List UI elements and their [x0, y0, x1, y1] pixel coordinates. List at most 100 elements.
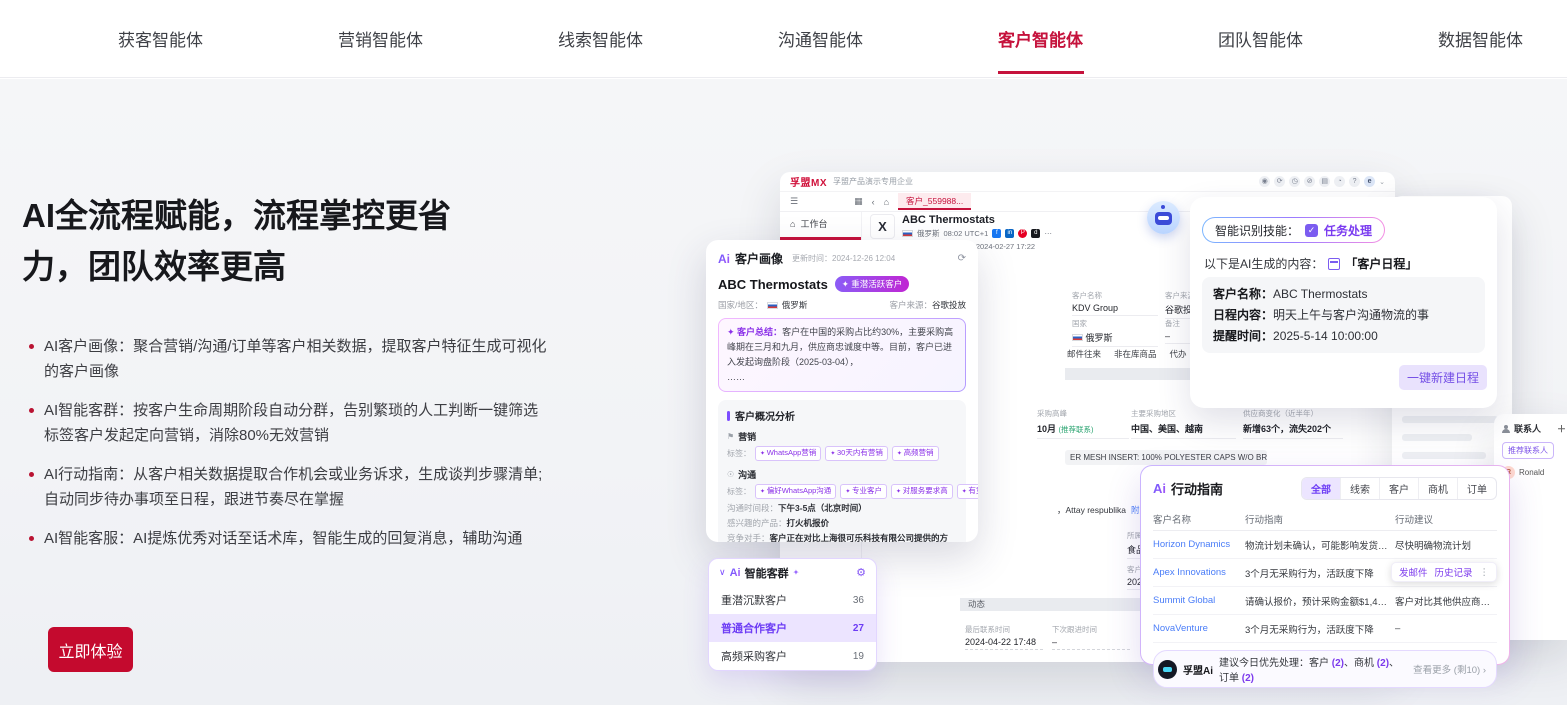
help-icon[interactable]: ? [1349, 176, 1360, 187]
ai-generated-intro: 以下是AI生成的内容： 「客户日程」 [1204, 255, 1417, 272]
grid-icon[interactable]: ▦ [854, 196, 863, 207]
sidebar-item-workbench[interactable]: ⌂ 工作台 [780, 212, 861, 235]
ai-logo: Ai [1153, 481, 1166, 496]
nav-item-leads[interactable]: 线索智能体 [554, 0, 647, 80]
product-row: ER MESH INSERT: 100% POLYESTER CAPS W/O … [1065, 450, 1267, 465]
hero-bullet: AI智能客群：按客户生命周期阶段自动分群，告别繁琐的人工判断一键筛选标签客户发起… [22, 398, 550, 448]
chevron-down-icon[interactable]: ∨ [719, 567, 726, 578]
ai-robot-avatar[interactable] [1147, 201, 1180, 234]
stat-value: 新增63个，流失202个 [1243, 422, 1343, 439]
nav-item-marketing[interactable]: 营销智能体 [334, 0, 427, 80]
table-row[interactable]: Apex Innovations 3个月无采购行为，活跃度下降 发送关 发邮件 … [1153, 559, 1497, 587]
intro-text: 以下是AI生成的内容： [1204, 255, 1323, 272]
schedule-field: 客户名称：ABC Thermostats [1213, 284, 1474, 305]
group-header: ☉沟通 [727, 468, 957, 481]
gear-icon[interactable]: ⚙ [856, 566, 866, 579]
field-label: 最后联系时间 [965, 624, 1043, 635]
robot-antenna [1161, 205, 1165, 209]
back-icon[interactable]: ‹ [872, 197, 875, 207]
tab-leads[interactable]: 线索 [1340, 478, 1379, 499]
history-icon[interactable]: ◷ [1289, 176, 1300, 187]
customer-name-link[interactable]: NovaVenture [1153, 623, 1241, 634]
tab-opportunities[interactable]: 商机 [1418, 478, 1457, 499]
nav-item-team[interactable]: 团队智能体 [1214, 0, 1307, 80]
segment-row-silent[interactable]: 重潜沉默客户 36 [709, 586, 876, 614]
recommend-contact-button[interactable]: 推荐联系人 [1502, 442, 1554, 459]
advice-cell: 客户对比其他供应商保健，可... [1395, 594, 1497, 608]
ai-logo: Ai [730, 567, 741, 579]
kebab-icon[interactable]: ⋮ [1480, 567, 1490, 578]
field-label: 客户名称 [1072, 290, 1158, 301]
linkedin-icon[interactable]: in [1005, 229, 1014, 238]
table-row[interactable]: NovaVenture 3个月无采购行为，活跃度下降 – [1153, 615, 1497, 643]
schedule-field: 日程内容：明天上午与客户沟通物流的事 [1213, 305, 1474, 326]
column-header: 行动指南 [1245, 512, 1391, 526]
tiktok-icon[interactable]: d [1031, 229, 1040, 238]
action-guide-card: Ai 行动指南 全部 线索 客户 商机 订单 客户名称 行动指南 行动建议 Ho… [1140, 465, 1510, 665]
stat-label: 采购高峰 [1037, 408, 1129, 419]
field-country: 国家 俄罗斯 [1072, 318, 1158, 347]
customer-created: 2024-02-27 17:22 [976, 242, 1035, 251]
customer-tier-badge: ✦ 重潜活跃客户 [835, 276, 910, 292]
tab-nonstock[interactable]: 非在库商品 [1114, 348, 1157, 360]
table-row[interactable]: Horizon Dynamics 物流计划未确认，可能影响发货时效 尽快明确物流… [1153, 531, 1497, 559]
nav-item-data[interactable]: 数据智能体 [1434, 0, 1527, 80]
open-tab-customer[interactable]: 客户_559988... [898, 193, 971, 210]
customer-logo: X [870, 214, 895, 239]
customer-profile-card: Ai 客户画像 更新时间：2024-12-26 12:04 ⟳ ABC Ther… [706, 240, 978, 542]
contact-row[interactable]: R Ronald [1502, 466, 1566, 479]
history-button[interactable]: 历史记录 [1434, 565, 1472, 579]
tab-todo[interactable]: 代办 [1170, 348, 1187, 360]
refresh-icon[interactable]: ⟳ [1274, 176, 1285, 187]
tag-label: 标签： [727, 486, 751, 497]
create-schedule-button[interactable]: 一键新建日程 [1399, 365, 1487, 390]
avatar[interactable]: e [1364, 176, 1375, 187]
recommend-contact-link[interactable]: (推荐联系) [1059, 425, 1094, 434]
tab-all[interactable]: 全部 [1302, 478, 1340, 499]
top-nav: 获客智能体 营销智能体 线索智能体 沟通智能体 客户智能体 团队智能体 数据智能… [0, 0, 1567, 78]
send-email-button[interactable]: 发邮件 [1399, 565, 1428, 579]
home-icon[interactable]: ⌂ [884, 197, 889, 207]
bell-icon[interactable]: ◔ [1334, 176, 1345, 187]
column-header: 客户名称 [1153, 512, 1241, 526]
more-icon[interactable]: ⋯ [1044, 229, 1052, 238]
facebook-icon[interactable]: f [992, 229, 1001, 238]
guide-cell: 3个月无采购行为，活跃度下降 [1245, 566, 1391, 580]
customer-name-link[interactable]: Horizon Dynamics [1153, 539, 1241, 550]
refresh-icon[interactable]: ⟳ [958, 253, 966, 264]
pinterest-icon[interactable]: P [1018, 229, 1027, 238]
tab-customers[interactable]: 客户 [1379, 478, 1418, 499]
table-row[interactable]: Summit Global 请确认报价，预计采购金额$1,400,... 客户对… [1153, 587, 1497, 615]
nav-item-acquisition[interactable]: 获客智能体 [114, 0, 207, 80]
view-more-link[interactable]: 查看更多 (剩10) › [1413, 662, 1486, 676]
customer-name-link[interactable]: Apex Innovations [1153, 567, 1241, 578]
segment-label: 高频采购客户 [721, 648, 787, 664]
customer-meta-row: 俄罗斯 08:02 UTC+1 f in P d ⋯ [902, 228, 1052, 239]
home-icon: ⌂ [790, 219, 795, 229]
add-contact-button[interactable]: ＋ [1557, 422, 1566, 435]
segment-label: 普通合作客户 [721, 620, 787, 636]
tag-row: 标签： WhatsApp营销 30天内有营销 高频营销 [727, 446, 957, 461]
segment-row-frequent[interactable]: 高频采购客户 19 [709, 642, 876, 670]
assistant-icon[interactable]: ◉ [1259, 176, 1270, 187]
tab-orders[interactable]: 订单 [1457, 478, 1496, 499]
nav-item-customer-active[interactable]: 客户智能体 [994, 0, 1087, 80]
profile-header: Ai 客户画像 更新时间：2024-12-26 12:04 ⟳ [718, 250, 966, 267]
advice-cell: – [1395, 623, 1497, 634]
row-hover-actions: 发邮件 历史记录 ⋮ [1391, 562, 1497, 582]
segment-row-normal-active[interactable]: 普通合作客户 27 [709, 614, 876, 642]
try-now-button[interactable]: 立即体验 [48, 627, 133, 672]
fuma-ai-brand: 孚盟Ai [1183, 662, 1213, 677]
action-table-header: 客户名称 行动指南 行动建议 [1153, 508, 1497, 531]
address-text: ，Attay respublika [1057, 504, 1126, 516]
customer-name-link[interactable]: Summit Global [1153, 595, 1241, 606]
tab-emails[interactable]: 邮件往来 [1067, 348, 1101, 360]
chevron-down-icon[interactable]: ⌄ [1379, 178, 1385, 186]
stat-regions: 主要采购地区 中国、美国、越南 [1131, 408, 1236, 439]
nav-item-communication[interactable]: 沟通智能体 [774, 0, 867, 80]
field-customer-name: 客户名称 KDV Group [1072, 290, 1158, 316]
list-icon[interactable]: ▤ [1319, 176, 1330, 187]
tag-row: 标签： 偏好WhatsApp沟通 专业客户 对服务要求高 有竞争对手 [727, 484, 957, 499]
block-icon[interactable]: ⊘ [1304, 176, 1315, 187]
menu-icon[interactable]: ☰ [790, 196, 798, 207]
